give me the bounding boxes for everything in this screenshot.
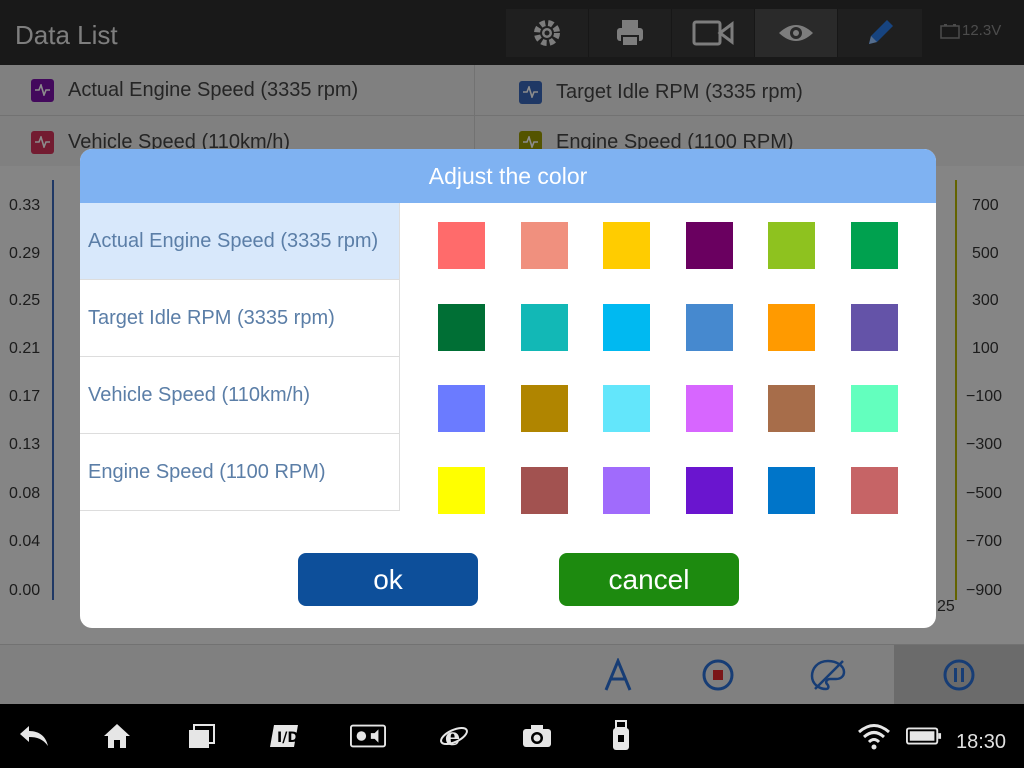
- color-swatch[interactable]: [768, 466, 816, 514]
- color-swatch[interactable]: [851, 385, 898, 432]
- color-swatch[interactable]: [685, 222, 733, 269]
- usb-drive-icon[interactable]: [603, 718, 639, 754]
- color-swatch[interactable]: [685, 385, 733, 432]
- series-item[interactable]: Engine Speed (1100 RPM): [80, 434, 399, 511]
- clock: 18:30: [956, 731, 1007, 753]
- color-swatch[interactable]: [603, 222, 651, 269]
- launcher-icon[interactable]: I/D: [266, 718, 302, 754]
- svg-text:e: e: [445, 722, 460, 751]
- color-swatch[interactable]: [851, 303, 898, 351]
- color-swatch[interactable]: [851, 466, 898, 514]
- back-icon[interactable]: [16, 718, 52, 754]
- browser-icon[interactable]: e: [436, 718, 472, 754]
- series-item-selected[interactable]: Actual Engine Speed (3335 rpm): [80, 203, 399, 280]
- color-swatch[interactable]: [438, 303, 485, 351]
- series-item[interactable]: Target Idle RPM (3335 rpm): [80, 280, 399, 357]
- ok-button[interactable]: ok: [298, 553, 478, 606]
- color-swatch[interactable]: [768, 222, 816, 269]
- dialog-title: Adjust the color: [80, 149, 936, 203]
- color-swatch[interactable]: [768, 385, 816, 432]
- color-swatch[interactable]: [603, 303, 651, 351]
- color-swatch[interactable]: [603, 466, 651, 514]
- color-swatch[interactable]: [438, 466, 485, 514]
- color-swatch[interactable]: [851, 222, 898, 269]
- wifi-icon: [856, 718, 892, 754]
- color-swatch[interactable]: [520, 222, 568, 269]
- battery-icon: [906, 718, 942, 754]
- color-swatch[interactable]: [685, 303, 733, 351]
- home-icon[interactable]: [99, 718, 135, 754]
- color-swatch[interactable]: [685, 466, 733, 514]
- adjust-color-dialog: Adjust the color Actual Engine Speed (33…: [80, 149, 936, 628]
- color-swatch[interactable]: [520, 303, 568, 351]
- series-list: Actual Engine Speed (3335 rpm) Target Id…: [80, 203, 400, 511]
- series-item[interactable]: Vehicle Speed (110km/h): [80, 357, 399, 434]
- color-swatch[interactable]: [438, 222, 485, 269]
- svg-text:I/D: I/D: [277, 730, 299, 746]
- color-swatch[interactable]: [520, 385, 568, 432]
- cancel-button[interactable]: cancel: [559, 553, 739, 606]
- color-swatch[interactable]: [438, 385, 485, 432]
- color-swatch[interactable]: [520, 466, 568, 514]
- color-swatch[interactable]: [768, 303, 816, 351]
- brightness-volume-icon[interactable]: [350, 718, 386, 754]
- camera-icon[interactable]: [519, 718, 555, 754]
- recent-apps-icon[interactable]: [183, 718, 219, 754]
- system-nav-bar: I/D e 18:30: [0, 704, 1024, 768]
- color-swatch[interactable]: [603, 385, 651, 432]
